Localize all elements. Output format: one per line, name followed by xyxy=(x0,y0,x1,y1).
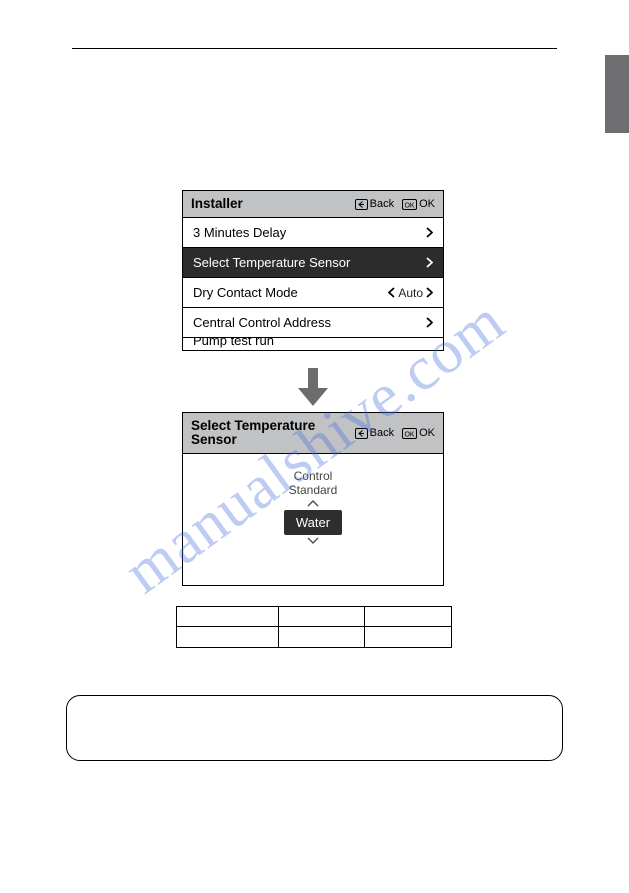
back-button[interactable]: Back xyxy=(355,198,394,210)
select-temp-body: Control Standard Water xyxy=(183,454,443,545)
chevron-right-icon xyxy=(426,257,433,268)
control-standard-label: Control Standard xyxy=(289,470,338,498)
table-cell xyxy=(177,627,279,647)
installer-screen: Installer Back OK OK 3 Minutes Delay Sel… xyxy=(182,190,444,351)
horizontal-rule xyxy=(72,48,557,49)
menu-item-3min-delay[interactable]: 3 Minutes Delay xyxy=(183,218,443,248)
menu-value: Auto xyxy=(395,286,426,300)
select-temp-title: Select Temperature Sensor xyxy=(191,419,355,447)
ok-label: OK xyxy=(419,427,435,439)
menu-label: 3 Minutes Delay xyxy=(193,225,426,240)
ok-button[interactable]: OK OK xyxy=(402,427,435,439)
control-line2: Standard xyxy=(289,483,338,497)
chevron-down-icon[interactable] xyxy=(306,537,320,545)
menu-item-pump-test[interactable]: Pump test run xyxy=(183,338,443,350)
value-table xyxy=(176,606,452,648)
chevron-right-icon xyxy=(426,227,433,238)
sensor-value[interactable]: Water xyxy=(284,510,342,535)
table-cell xyxy=(279,607,365,626)
menu-label: Select Temperature Sensor xyxy=(193,255,426,270)
installer-title: Installer xyxy=(191,197,355,211)
back-icon xyxy=(355,199,368,210)
table-cell xyxy=(365,627,452,647)
back-label: Back xyxy=(370,198,394,210)
menu-label: Central Control Address xyxy=(193,315,426,330)
back-button[interactable]: Back xyxy=(355,427,394,439)
chevron-right-icon xyxy=(426,287,433,298)
arrow-down-icon xyxy=(298,368,328,406)
chevron-up-icon[interactable] xyxy=(306,500,320,508)
ok-button[interactable]: OK OK xyxy=(402,198,435,210)
select-temp-header: Select Temperature Sensor Back OK OK xyxy=(183,413,443,454)
section-tab xyxy=(605,55,629,133)
installer-header: Installer Back OK OK xyxy=(183,191,443,218)
ok-label: OK xyxy=(419,198,435,210)
control-line1: Control xyxy=(294,469,333,483)
header-buttons: Back OK OK xyxy=(355,198,435,210)
table-cell xyxy=(365,607,452,626)
select-temp-sensor-screen: Select Temperature Sensor Back OK OK Con… xyxy=(182,412,444,586)
back-label: Back xyxy=(370,427,394,439)
menu-item-central-control[interactable]: Central Control Address xyxy=(183,308,443,338)
header-buttons: Back OK OK xyxy=(355,427,435,439)
menu-item-dry-contact[interactable]: Dry Contact Mode Auto xyxy=(183,278,443,308)
chevron-right-icon xyxy=(426,317,433,328)
menu-item-select-temp-sensor[interactable]: Select Temperature Sensor xyxy=(183,248,443,278)
table-row xyxy=(177,627,452,647)
ok-icon: OK xyxy=(402,428,417,439)
chevron-left-icon xyxy=(388,287,395,298)
table-row xyxy=(177,607,452,627)
back-icon xyxy=(355,428,368,439)
note-box xyxy=(66,695,563,761)
svg-text:OK: OK xyxy=(405,202,415,209)
menu-label: Dry Contact Mode xyxy=(193,285,388,300)
ok-icon: OK xyxy=(402,199,417,210)
table-cell xyxy=(279,627,365,647)
menu-label: Pump test run xyxy=(193,338,433,348)
svg-text:OK: OK xyxy=(405,431,415,438)
table-cell xyxy=(177,607,279,626)
